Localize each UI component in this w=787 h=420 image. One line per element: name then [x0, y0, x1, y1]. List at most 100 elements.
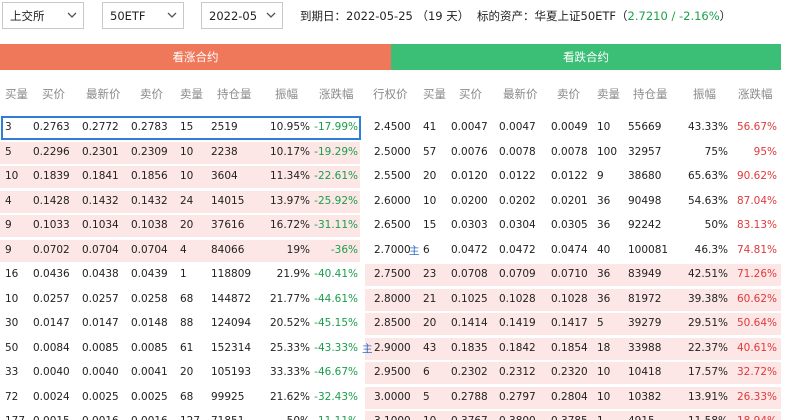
- main-contract-mark: 主: [409, 244, 420, 257]
- put-bid-vol-cell: 57: [423, 145, 437, 158]
- call-bid-cell: 0.1428: [33, 194, 70, 207]
- call-bid-vol-cell: 10: [5, 292, 19, 305]
- call-change-cell: -25.92%: [314, 194, 358, 207]
- header-call-bid: 买价: [42, 87, 65, 101]
- put-oi-cell: 92242: [628, 219, 662, 231]
- table-row[interactable]: 30 0.0147 0.0147 0.0148 88 124094 20.52% -45.15…: [0, 312, 787, 336]
- call-ask-cell: 0.0704: [131, 243, 168, 256]
- put-bid-cell: 0.2302: [451, 366, 488, 378]
- table-row[interactable]: 33 0.0040 0.0040 0.0041 20 105193 33.33% -46.67…: [0, 361, 787, 385]
- call-last-cell: 0.0025: [82, 390, 119, 403]
- strike-cell: 2.5000: [374, 145, 411, 158]
- call-ask-vol-cell: 20: [180, 219, 194, 231]
- put-bid-cell: 0.0708: [451, 268, 488, 280]
- put-bid-cell: 0.1025: [451, 292, 488, 305]
- put-change-cell: 83.13%: [736, 219, 777, 231]
- underlying-select[interactable]: 50ETF: [102, 2, 184, 29]
- table-row[interactable]: 16 0.0436 0.0438 0.0439 1 118809 21.9% -40.41% 2…: [0, 263, 787, 287]
- call-ask-cell: 0.0016: [131, 415, 168, 420]
- put-bid-vol-cell: 6: [423, 243, 430, 256]
- put-ask-cell: 0.0122: [551, 170, 588, 182]
- call-last-cell: 0.0147: [82, 317, 119, 329]
- put-ask-vol-cell: 40: [597, 243, 611, 256]
- table-row[interactable]: 9 0.0702 0.0704 0.0704 4 84066 19% -36% 2.7000 主 6…: [0, 239, 787, 263]
- call-bid-vol-cell: 5: [5, 145, 12, 158]
- call-ask-cell: 0.1432: [131, 194, 168, 207]
- put-ask-vol-cell: 10: [597, 390, 611, 403]
- put-bid-cell: 0.2788: [451, 390, 488, 403]
- call-bid-vol-cell: 4: [5, 194, 12, 207]
- header-call-oi: 持仓量: [217, 87, 252, 101]
- put-bid-vol-cell: 23: [423, 268, 437, 280]
- call-change-cell: -36%: [330, 243, 358, 256]
- put-amplitude-cell: 11.58%: [676, 415, 728, 420]
- header-call-change: 涨跌幅: [319, 87, 354, 101]
- call-bid-vol-cell: 30: [5, 317, 19, 329]
- call-last-cell: 0.1841: [82, 170, 119, 182]
- exchange-select[interactable]: 上交所: [2, 2, 84, 29]
- call-ask-vol-cell: 68: [180, 292, 194, 305]
- call-ask-cell: 0.0085: [131, 341, 168, 354]
- put-ask-cell: 0.0201: [551, 194, 588, 207]
- put-bid-cell: 0.0076: [451, 145, 488, 158]
- main-contract-mark: 主: [362, 342, 373, 355]
- call-change-cell: -40.41%: [314, 268, 358, 280]
- put-last-cell: 0.0122: [499, 170, 536, 182]
- table-row[interactable]: 3 0.2763 0.2772 0.2783 15 2519 10.95% -17.99% 2.…: [0, 116, 787, 140]
- table-row[interactable]: 177 0.0015 0.0016 0.0016 127 71851 50%-11.11% 3…: [0, 410, 787, 420]
- month-select[interactable]: 2022-05: [201, 2, 283, 29]
- put-bid-cell: 0.3767: [451, 415, 488, 420]
- put-bid-cell: 0.1835: [451, 341, 488, 354]
- put-bid-vol-cell: 41: [423, 121, 437, 133]
- put-oi-cell: 4915: [628, 415, 655, 420]
- call-amplitude-cell: 20.52%: [269, 317, 310, 329]
- call-contracts-banner: 看涨合约: [0, 44, 391, 70]
- call-ask-vol-cell: 68: [180, 390, 194, 403]
- put-oi-cell: 39279: [628, 317, 662, 329]
- call-ask-cell: 0.1038: [131, 219, 168, 231]
- table-row[interactable]: 10 0.1839 0.1841 0.1856 10 3604 11.34% -22.61% 2…: [0, 165, 787, 189]
- strike-cell: 2.8500: [374, 317, 411, 329]
- put-ask-cell: 0.0710: [551, 268, 588, 280]
- call-ask-vol-cell: 24: [180, 194, 194, 207]
- put-bid-vol-cell: 20: [423, 170, 437, 182]
- put-bid-vol-cell: 43: [423, 341, 437, 354]
- put-ask-vol-cell: 100: [597, 145, 618, 158]
- call-ask-cell: 0.1856: [131, 170, 168, 182]
- table-header: 买量 买价 最新价 卖价 卖量 持仓量 振幅 涨跌幅 行权价 买量 买价 最新价…: [0, 86, 787, 106]
- call-ask-vol-cell: 1: [180, 268, 187, 280]
- put-amplitude-cell: 65.63%: [687, 170, 728, 182]
- call-change-cell: -11.11%: [308, 415, 358, 420]
- put-contracts-banner: 看跌合约: [391, 44, 781, 70]
- table-row[interactable]: 5 0.2296 0.2301 0.2309 10 2238 10.17% -19.29% 2.…: [0, 141, 787, 165]
- table-row[interactable]: 10 0.0257 0.0257 0.0258 68 144872 21.77% -44.61…: [0, 288, 787, 312]
- strike-cell: 2.4500: [374, 121, 411, 133]
- put-oi-cell: 55669: [628, 121, 662, 133]
- table-row[interactable]: 50 0.0084 0.0085 0.0085 61 152314 25.33% -43.33…: [0, 337, 787, 361]
- put-ask-cell: 0.2320: [551, 366, 588, 378]
- call-ask-cell: 0.0041: [131, 366, 168, 378]
- put-oi-cell: 10382: [628, 390, 662, 403]
- put-last-cell: 0.0304: [499, 219, 536, 231]
- strike-cell: 2.7000: [374, 243, 411, 256]
- header-call-ask: 卖价: [140, 87, 163, 101]
- call-oi-cell: 99925: [211, 390, 245, 403]
- put-last-cell: 0.1028: [499, 292, 536, 305]
- put-amplitude-cell: 42.51%: [687, 268, 728, 280]
- call-bid-cell: 0.1839: [33, 170, 70, 182]
- call-amplitude-cell: 25.33%: [269, 341, 310, 354]
- call-bid-vol-cell: 16: [5, 268, 19, 280]
- call-last-cell: 0.0257: [82, 292, 119, 305]
- call-oi-cell: 105193: [211, 366, 252, 378]
- call-ask-cell: 0.0025: [131, 390, 168, 403]
- put-ask-vol-cell: 36: [597, 268, 611, 280]
- put-ask-cell: 0.2804: [551, 390, 588, 403]
- call-last-cell: 0.1034: [82, 219, 119, 231]
- strike-cell: 2.6500: [374, 219, 411, 231]
- call-oi-cell: 118809: [211, 268, 252, 280]
- table-row[interactable]: 72 0.0024 0.0025 0.0025 68 99925 21.62% -32.43%…: [0, 386, 787, 410]
- table-row[interactable]: 9 0.1033 0.1034 0.1038 20 37616 16.72% -31.11% 2…: [0, 214, 787, 238]
- table-row[interactable]: 4 0.1428 0.1432 0.1432 24 14015 13.97% -25.92% 2…: [0, 190, 787, 214]
- put-amplitude-cell: 43.33%: [687, 121, 728, 133]
- put-amplitude-cell: 22.37%: [687, 341, 728, 354]
